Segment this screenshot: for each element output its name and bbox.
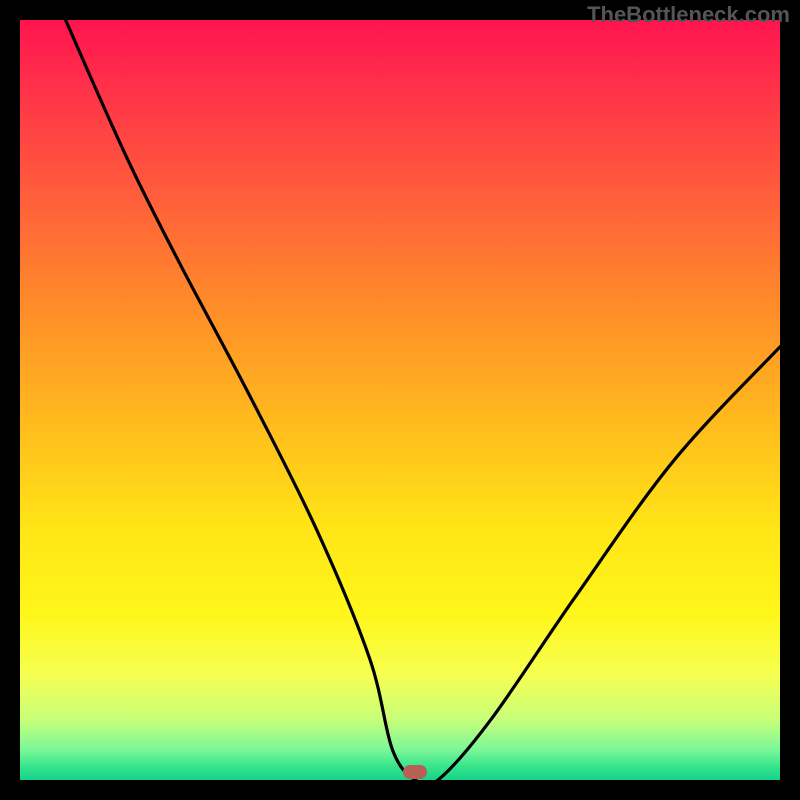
chart-container: TheBottleneck.com xyxy=(0,0,800,800)
optimal-point-marker xyxy=(403,765,427,779)
watermark-text: TheBottleneck.com xyxy=(587,2,790,28)
plot-area xyxy=(20,20,780,780)
bottleneck-curve xyxy=(20,20,780,780)
